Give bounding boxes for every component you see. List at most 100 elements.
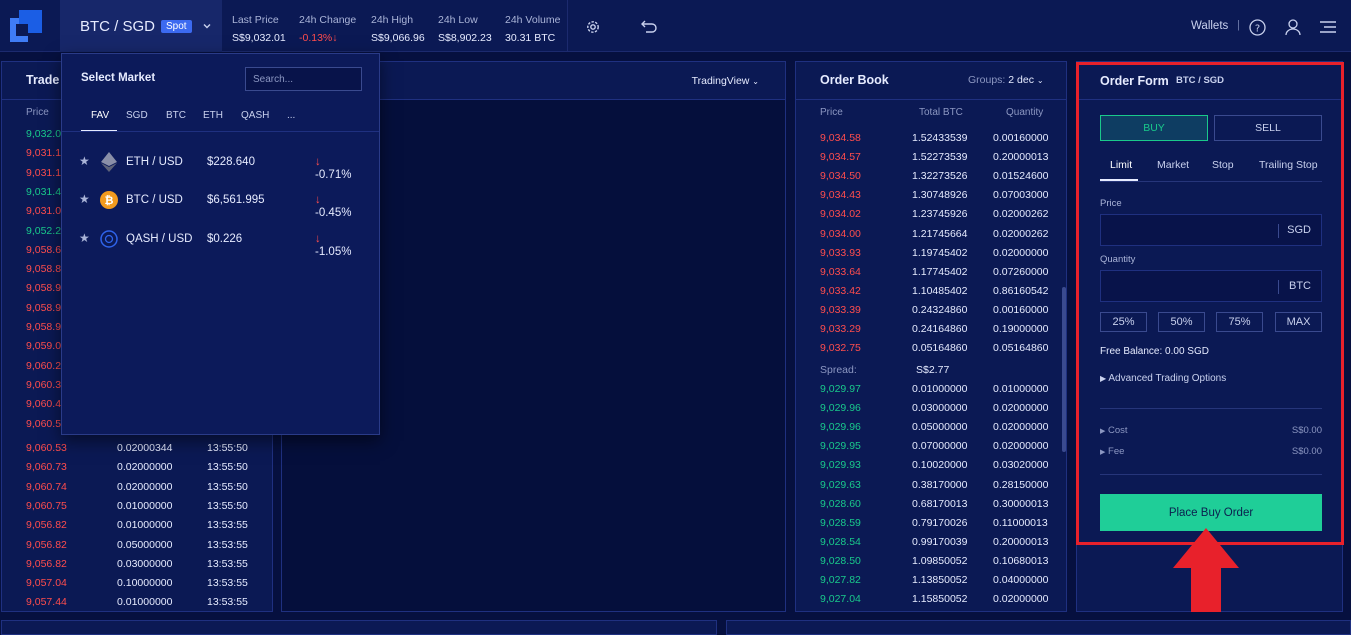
menu-icon[interactable] [1319,20,1337,34]
market-row-btc-usd[interactable]: ★ ₿ BTC / USD $6,561.995 -0.45% ↓ [62,181,379,219]
ask-row[interactable]: 9,034.43 1.30748926 0.07003000 [796,185,1066,204]
quantity-input[interactable]: BTC [1100,270,1322,302]
tab-market[interactable]: Market [1157,159,1189,171]
trade-row: 9,057.04 0.10000000 13:53:55 [26,577,248,590]
ask-row[interactable]: 9,032.75 0.05164860 0.05164860 [796,338,1066,357]
bid-row[interactable]: 9,029.96 0.03000000 0.02000000 [796,398,1066,417]
bid-row[interactable]: 9,028.54 0.99170039 0.20000013 [796,532,1066,551]
market-tab-eth[interactable]: ETH [203,110,223,121]
buy-tab-button[interactable]: BUY [1100,115,1208,141]
trade-row: 9,060.53 0.02000344 13:55:50 [26,442,248,454]
trade-row: 9,060.73 0.02000000 13:55:50 [26,461,248,474]
caret-right-icon: ▶ [1100,374,1107,383]
price-label: Price [1100,198,1122,209]
bid-row[interactable]: 9,027.04 1.15850052 0.02000000 [796,589,1066,608]
quantity-label: Quantity [1100,254,1136,265]
market-tab-sgd[interactable]: SGD [126,110,148,121]
bid-row[interactable]: 9,029.93 0.10020000 0.03020000 [796,455,1066,474]
chevron-down-icon: ⌄ [752,77,759,86]
wallets-link[interactable]: Wallets [1191,20,1228,32]
pct-75-button[interactable]: 75% [1216,312,1263,332]
divider [567,0,568,52]
chevron-down-icon [203,24,211,29]
help-icon[interactable]: ? [1249,19,1266,36]
bid-row[interactable]: 9,029.96 0.05000000 0.02000000 [796,417,1066,436]
ask-row[interactable]: 9,033.93 1.19745402 0.02000000 [796,243,1066,262]
ask-row[interactable]: 9,034.00 1.21745664 0.02000262 [796,224,1066,243]
tab-limit[interactable]: Limit [1110,159,1132,171]
divider: | [1237,19,1240,31]
order-book-title: Order Book [820,73,889,87]
bid-row[interactable]: 9,029.63 0.38170000 0.28150000 [796,475,1066,494]
stat-24h-low: 24h Low S$8,902.23 [438,14,492,44]
trade-row: 9,060.75 0.01000000 13:55:50 [26,499,248,512]
bid-row[interactable]: 9,029.95 0.07000000 0.02000000 [796,436,1066,455]
ask-row[interactable]: 9,034.02 1.23745926 0.02000262 [796,204,1066,223]
gear-icon[interactable] [584,18,602,36]
stat-24h-volume: 24h Volume 30.31 BTC [505,14,561,44]
tab-stop[interactable]: Stop [1212,159,1234,171]
trade-row: 9,056.82 0.01000000 13:53:55 [26,519,248,532]
pct-25-button[interactable]: 25% [1100,312,1147,332]
market-tab-fav[interactable]: FAV [91,110,109,121]
ask-row[interactable]: 9,033.29 0.24164860 0.19000000 [796,319,1066,338]
bitcoin-icon: ₿ [100,191,118,209]
place-buy-order-button[interactable]: Place Buy Order [1100,494,1322,531]
market-search-input[interactable] [245,67,362,91]
ask-row[interactable]: 9,034.57 1.52273539 0.20000013 [796,147,1066,166]
market-tab-qash[interactable]: QASH [241,110,269,121]
order-form-pair: BTC / SGD [1176,75,1225,86]
price-header: Price [820,107,843,118]
pct-max-button[interactable]: MAX [1275,312,1322,332]
market-tab-btc[interactable]: BTC [166,110,186,121]
ethereum-icon [101,152,117,172]
cost-value: S$0.00 [1291,425,1322,436]
ask-row[interactable]: 9,033.39 0.24324860 0.00160000 [796,300,1066,319]
swap-arrow-icon[interactable] [640,19,658,35]
star-icon[interactable]: ★ [79,154,90,168]
ask-row[interactable]: 9,034.50 1.32273526 0.01524600 [796,166,1066,185]
bid-row[interactable]: 9,029.97 0.01000000 0.01000000 [796,379,1066,398]
logo-icon[interactable] [10,10,42,42]
sell-tab-button[interactable]: SELL [1214,115,1322,141]
trade-row: 9,056.82 0.03000000 13:53:55 [26,557,248,570]
top-bar: BTC / SGD Spot Last Price S$9,032.01 24h… [0,0,1351,52]
select-market-title: Select Market [81,72,156,84]
market-row-eth-usd[interactable]: ★ ETH / USD $228.640 -0.71% ↓ [62,143,379,181]
bid-row[interactable]: 9,028.59 0.79170026 0.11000013 [796,513,1066,532]
svg-text:₿: ₿ [105,194,114,207]
ask-row[interactable]: 9,034.58 1.52433539 0.00160000 [796,128,1066,147]
ask-row[interactable]: 9,033.42 1.10485402 0.86160542 [796,281,1066,300]
market-row-qash-usd[interactable]: ★ QASH / USD $0.226 -1.05% ↓ [62,220,379,258]
scrollbar[interactable] [1062,287,1066,452]
stat-last-price: Last Price S$9,032.01 [232,14,286,44]
order-book-panel: Order Book Groups: 2 dec ⌄ Price Total B… [795,61,1067,612]
spread-row: Spread: S$2.77 [820,364,950,376]
market-tab-more[interactable]: ... [287,110,295,121]
qash-icon [100,230,118,248]
price-column-header: Price [26,107,49,118]
trade-row: 9,056.82 0.05000000 13:53:55 [26,538,248,551]
star-icon[interactable]: ★ [79,192,90,206]
chevron-down-icon: ⌄ [1036,76,1044,85]
price-input[interactable]: SGD [1100,214,1322,246]
pct-50-button[interactable]: 50% [1158,312,1205,332]
free-balance: Free Balance: 0.00 SGD [1100,346,1209,357]
bid-row[interactable]: 9,027.82 1.13850052 0.04000000 [796,570,1066,589]
trade-row: 9,060.74 0.02000000 13:55:50 [26,480,248,493]
advanced-options-toggle[interactable]: ▶ Advanced Trading Options [1100,373,1226,384]
bid-row[interactable]: 9,028.50 1.09850052 0.10680013 [796,551,1066,570]
price-unit: SGD [1287,224,1311,236]
select-market-dropdown: Select Market FAV SGD BTC ETH QASH ... ★… [61,53,380,435]
ask-row[interactable]: 9,033.64 1.17745402 0.07260000 [796,262,1066,281]
groups-selector[interactable]: Groups: 2 dec ⌄ [968,74,1044,86]
star-icon[interactable]: ★ [79,231,90,245]
cost-toggle[interactable]: ▶ Cost [1100,425,1128,436]
tradingview-dropdown[interactable]: TradingView ⌄ [692,75,759,87]
market-selector-button[interactable]: BTC / SGD Spot [60,0,222,52]
fee-toggle[interactable]: ▶ Fee [1100,446,1124,457]
user-icon[interactable] [1284,18,1302,36]
tab-trailing-stop[interactable]: Trailing Stop [1259,159,1318,171]
bid-row[interactable]: 9,028.60 0.68170013 0.30000013 [796,494,1066,513]
divider [1100,408,1322,409]
